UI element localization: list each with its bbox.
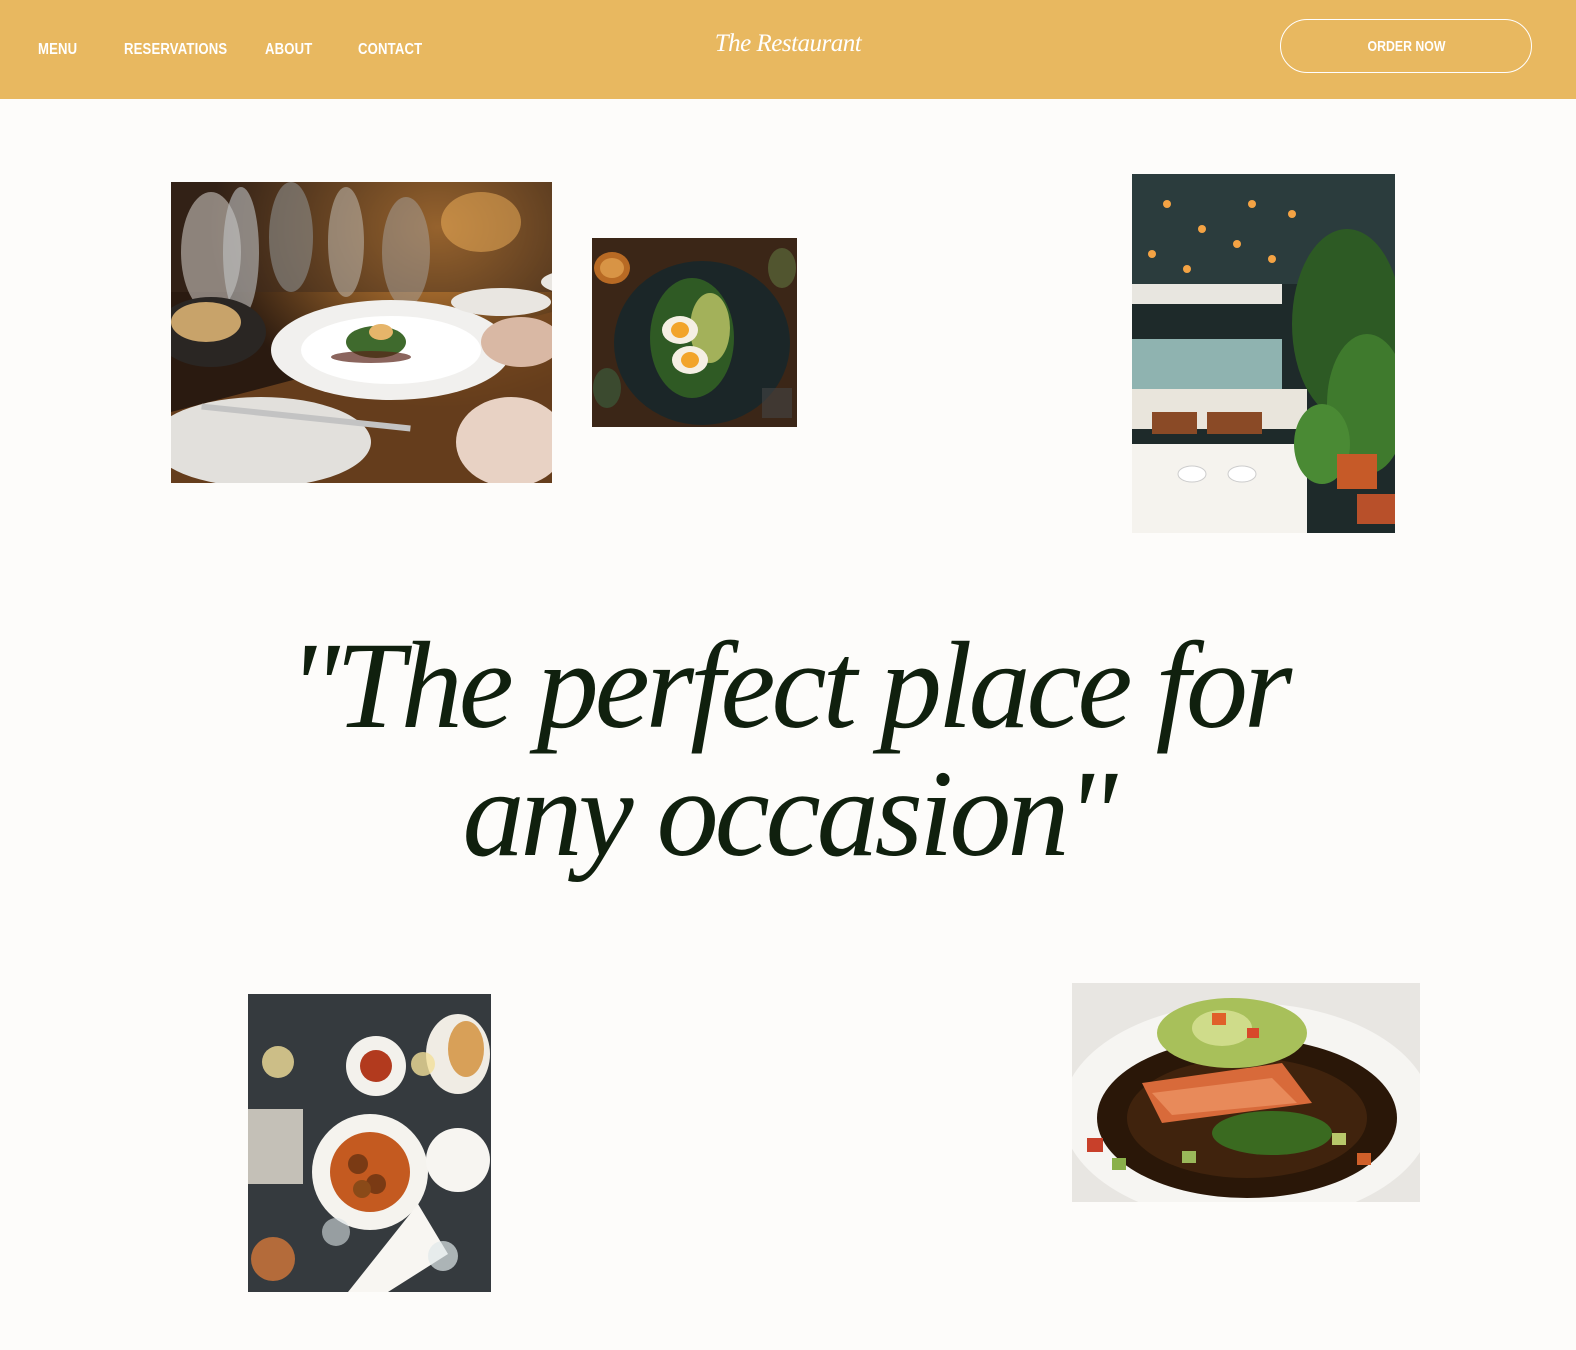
hero-quote-line-1: "The perfect place for <box>287 617 1293 754</box>
order-now-label: ORDER NOW <box>1367 37 1445 55</box>
photo-dinner-table <box>171 182 552 483</box>
top-navigation-bar: MENU RESERVATIONS ABOUT CONTACT The Rest… <box>0 0 1576 99</box>
photo-egg-toast <box>592 238 797 427</box>
order-now-button[interactable]: ORDER NOW <box>1280 19 1532 73</box>
hero-quote: "The perfect place for any occasion" <box>0 622 1576 878</box>
photo-salmon-dish <box>1072 983 1420 1202</box>
photo-table-top-meal <box>248 994 491 1292</box>
photo-restaurant-interior <box>1132 174 1395 533</box>
hero-quote-line-2: any occasion" <box>462 745 1118 882</box>
